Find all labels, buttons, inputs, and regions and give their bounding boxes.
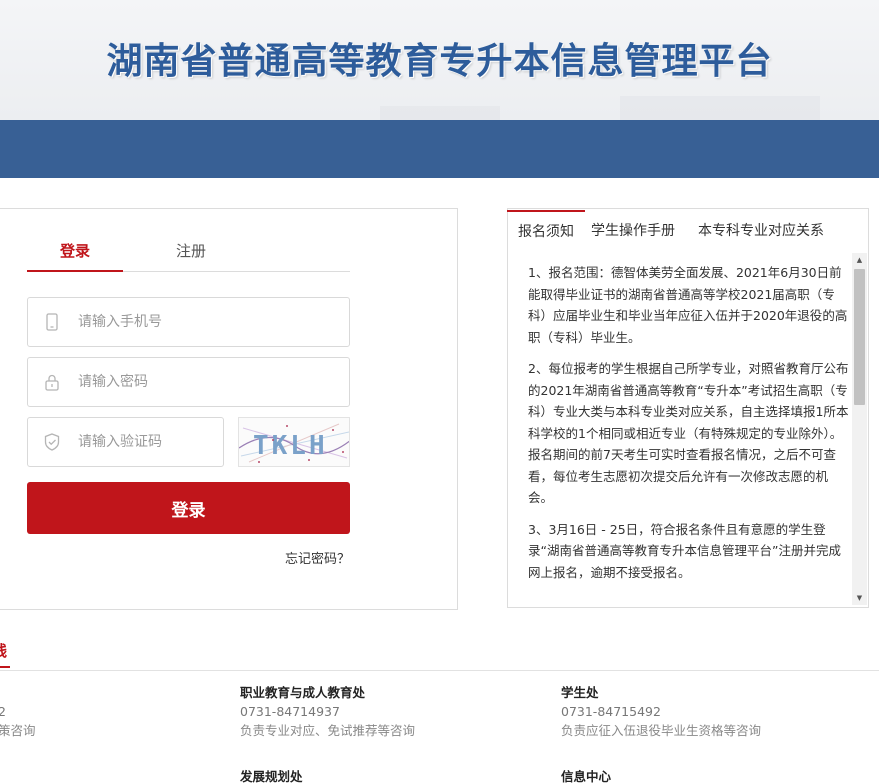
notice-paragraph: 1、报名范围：德智体美劳全面发展、2021年6月30日前能取得毕业证书的湖南省普… <box>528 265 848 345</box>
password-input[interactable] <box>78 358 338 406</box>
password-field <box>27 357 350 407</box>
dept-name: 职业教育与成人教育处 <box>240 685 366 700</box>
dept-phone: 0731-84715492 <box>561 704 661 719</box>
dept-name: 信息中心 <box>561 769 612 783</box>
notice-scrollbar[interactable]: ▲ ▼ <box>852 253 867 605</box>
scroll-down-icon[interactable]: ▼ <box>852 591 867 605</box>
scroll-up-icon[interactable]: ▲ <box>852 253 867 267</box>
login-tabs: 登录 注册 <box>27 230 350 272</box>
site-title: 湖南省普通高等教育专升本信息管理平台 <box>106 41 773 82</box>
lock-icon <box>42 372 62 392</box>
tab-register[interactable]: 注册 <box>143 230 239 272</box>
tab-notice[interactable]: 报名须知 <box>507 210 585 250</box>
tab-login[interactable]: 登录 <box>27 230 123 272</box>
notice-content: 1、报名范围：德智体美劳全面发展、2021年6月30日前能取得毕业证书的湖南省普… <box>520 262 850 604</box>
captcha-field <box>27 417 224 467</box>
divider <box>0 670 879 671</box>
dept-name: 发展规划处 <box>240 769 303 783</box>
contact-phone-partial: 2 <box>0 704 6 719</box>
tab-major-mapping[interactable]: 本专科专业对应关系 <box>698 210 824 250</box>
notice-paragraph: 2、每位报考的学生根据自己所学专业，对照省教育厅公布的2021年湖南省普通高等教… <box>528 361 849 505</box>
dept-name: 学生处 <box>561 685 599 700</box>
dept-description: 负责应征入伍退役毕业生资格等咨询 <box>561 723 762 738</box>
section-title-underline <box>0 666 10 668</box>
header-decoration <box>380 106 500 120</box>
login-button[interactable]: 登录 <box>27 482 350 534</box>
nav-bar <box>0 120 879 178</box>
shield-check-icon <box>42 432 62 452</box>
contact-desc-partial: 策咨询 <box>0 723 36 738</box>
header-decoration <box>620 96 820 120</box>
captcha-image[interactable]: TKLH <box>238 417 350 467</box>
captcha-text: TKLH <box>253 431 328 461</box>
captcha-input[interactable] <box>78 418 218 466</box>
phone-field <box>27 297 350 347</box>
phone-icon <box>42 312 62 332</box>
forgot-password-link[interactable]: 忘记密码？ <box>250 548 350 567</box>
scrollbar-thumb[interactable] <box>854 269 865 405</box>
contact-section-title: 线 <box>0 640 7 661</box>
site-header: 湖南省普通高等教育专升本信息管理平台 <box>0 0 879 120</box>
notice-paragraph: 3、3月16日 - 25日，符合报名条件且有意愿的学生登录“湖南省普通高等教育专… <box>528 521 841 580</box>
tab-student-manual[interactable]: 学生操作手册 <box>591 210 675 250</box>
dept-description: 负责专业对应、免试推荐等咨询 <box>240 723 416 738</box>
dept-phone: 0731-84714937 <box>240 704 340 719</box>
phone-input[interactable] <box>78 298 338 346</box>
